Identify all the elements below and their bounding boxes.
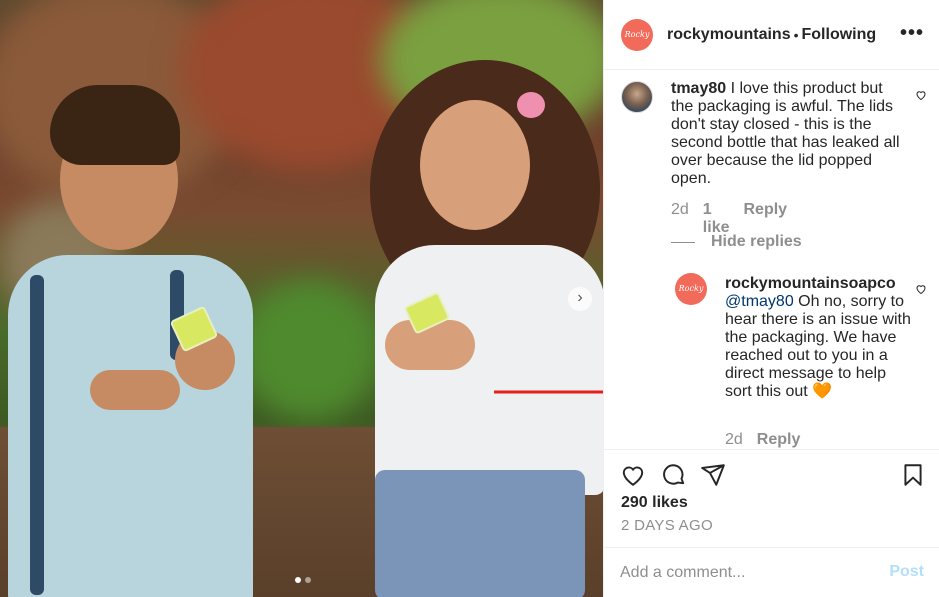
reply-username[interactable]: rockymountainsoapco	[725, 275, 896, 292]
likes-count[interactable]: 290 likes	[621, 494, 688, 512]
hide-replies-button[interactable]: Hide replies	[671, 233, 802, 251]
carousel-dot	[305, 577, 311, 583]
comment-time: 2d	[671, 201, 689, 218]
header-separator: •	[793, 26, 799, 43]
like-reply-heart-icon[interactable]	[915, 283, 927, 295]
annotation-arrow	[494, 390, 603, 394]
post-timestamp[interactable]: 2 DAYS AGO	[621, 517, 713, 534]
comment-icon[interactable]	[661, 462, 687, 488]
like-comment-heart-icon[interactable]	[915, 89, 927, 101]
comment-body: tmay80 I love this product but the packa…	[671, 80, 907, 188]
post-header: Rocky rockymountains • Following •••	[604, 0, 939, 70]
post-comment-button[interactable]: Post	[889, 563, 924, 581]
share-icon[interactable]	[700, 462, 726, 488]
comment-likes[interactable]: 1 like	[703, 201, 730, 237]
reply-meta: 2d Reply	[725, 431, 800, 449]
following-button[interactable]: Following	[802, 26, 877, 44]
post-photo[interactable]: ›	[0, 0, 603, 597]
chevron-right-icon: ›	[577, 289, 583, 306]
post-side-panel: Rocky rockymountains • Following ••• tma…	[603, 0, 939, 597]
foliage	[240, 280, 380, 420]
bookmark-icon[interactable]	[900, 462, 926, 488]
comment-meta: 2d 1 like Reply	[671, 201, 787, 237]
reply-mention[interactable]: @tmay80	[725, 293, 794, 310]
carousel-dot	[295, 577, 301, 583]
reply-avatar[interactable]: Rocky	[675, 273, 707, 305]
hide-replies-label: Hide replies	[711, 233, 802, 250]
more-options-button[interactable]: •••	[900, 22, 924, 45]
account-avatar[interactable]: Rocky	[621, 18, 653, 51]
reply-reply-button[interactable]: Reply	[757, 431, 801, 449]
comments-list[interactable]: tmay80 I love this product but the packa…	[604, 71, 939, 449]
reply-body: rockymountainsoapco @tmay80 Oh no, sorry…	[725, 275, 911, 401]
divider-line	[671, 241, 695, 243]
commenter-avatar[interactable]	[621, 81, 653, 113]
carousel-indicator	[295, 577, 311, 583]
comment-username[interactable]: tmay80	[671, 80, 726, 97]
carousel-next-button[interactable]: ›	[568, 287, 592, 311]
comment-composer: Post	[604, 547, 939, 597]
comment-reply-button[interactable]: Reply	[743, 201, 787, 237]
heart-icon[interactable]	[620, 462, 646, 488]
reply-time: 2d	[725, 431, 743, 448]
orange-heart-emoji: 🧡	[812, 383, 833, 400]
post-actions: 290 likes 2 DAYS AGO	[604, 449, 939, 547]
account-username[interactable]: rockymountains	[667, 26, 791, 44]
add-comment-input[interactable]	[620, 562, 870, 584]
